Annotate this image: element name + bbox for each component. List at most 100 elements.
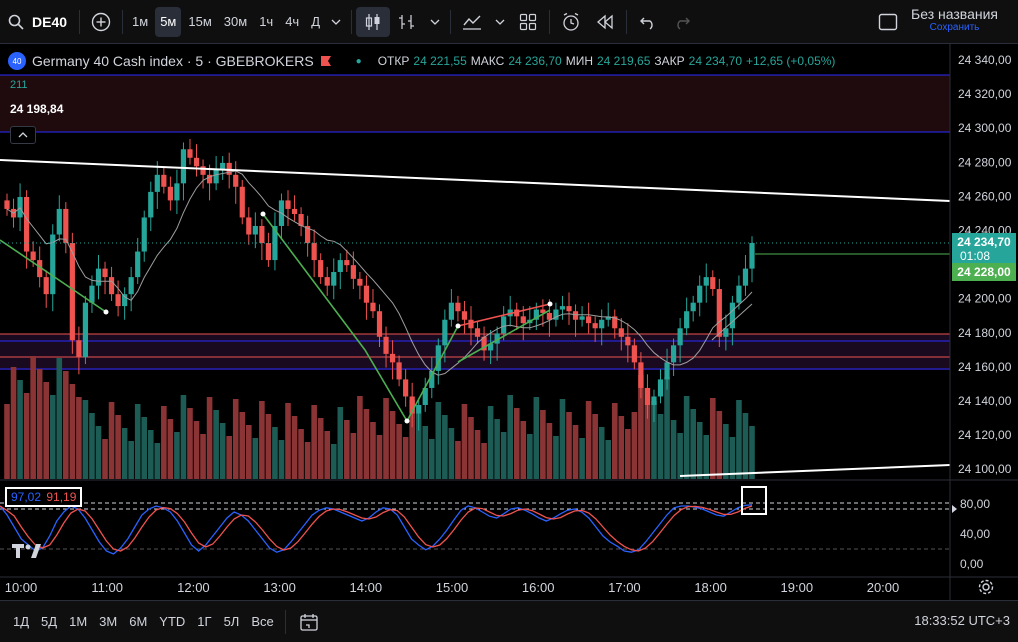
- line-chart-icon: [463, 15, 482, 30]
- volume-bar: [36, 369, 43, 479]
- candle: [291, 195, 298, 221]
- chevron-down-icon: [331, 19, 341, 25]
- flag-icon[interactable]: [320, 55, 332, 67]
- volume-bar: [690, 409, 696, 479]
- volume-bar: [174, 432, 180, 479]
- volume-bar: [95, 426, 102, 479]
- volume-bar: [4, 404, 10, 479]
- timeframe-group: 1м 5м 15м 30м 1ч 4ч Д: [127, 6, 325, 37]
- candle: [4, 193, 10, 216]
- timeframe-button[interactable]: 1м: [127, 7, 153, 37]
- volume-bar: [572, 425, 579, 479]
- volume-bar: [285, 403, 291, 479]
- timeframe-dropdown[interactable]: [325, 7, 347, 37]
- volume-bar: [507, 395, 514, 479]
- volume-bar: [611, 403, 618, 479]
- timeframe-button[interactable]: 5м: [155, 6, 182, 37]
- time-axis[interactable]: 10:00 11:00 12:00 13:00 14:00 15:00 16:00 17:00…: [5, 580, 900, 595]
- volume-bar: [455, 441, 461, 479]
- settings-button[interactable]: [977, 578, 995, 599]
- range-button[interactable]: YTD: [154, 608, 190, 636]
- range-button[interactable]: 1М: [64, 608, 92, 636]
- chart-type-dropdown[interactable]: [424, 7, 446, 37]
- symbol-search[interactable]: DE40: [0, 14, 75, 30]
- range-button[interactable]: 6М: [124, 608, 152, 636]
- clock-timezone[interactable]: 18:33:52 UTC+3: [914, 613, 1010, 628]
- volume-bar: [76, 397, 82, 479]
- zigzag-point[interactable]: [103, 309, 109, 315]
- highlight-box[interactable]: [741, 486, 767, 515]
- zigzag-point[interactable]: [547, 301, 553, 307]
- volume-bar: [49, 395, 56, 479]
- price-chart[interactable]: 24 340,00 24 320,00 24 300,00 24 280,00 24 2…: [0, 44, 1018, 600]
- volume-bar: [696, 422, 703, 479]
- volume-bar: [513, 408, 520, 479]
- tradingview-logo[interactable]: [12, 542, 44, 563]
- range-button[interactable]: 5Л: [219, 608, 245, 636]
- volume-bar: [232, 399, 239, 479]
- price-tick: 24 180,00: [958, 326, 1012, 340]
- candle: [95, 254, 102, 300]
- candle: [559, 295, 566, 320]
- candle: [337, 253, 343, 290]
- timeframe-button[interactable]: 15м: [183, 7, 216, 37]
- indicators-templates-button[interactable]: [455, 7, 489, 37]
- candles-type-button[interactable]: [356, 6, 391, 37]
- collapse-legend-button[interactable]: [10, 126, 36, 144]
- oscillator-legend[interactable]: 97,02 91,19: [5, 487, 83, 507]
- time-tick: 12:00: [177, 580, 210, 595]
- candle: [56, 195, 62, 242]
- symbol-title[interactable]: Germany 40 Cash index · 5 · GBEBROKERS: [32, 53, 314, 69]
- last-price-text: 24 234,70: [957, 235, 1011, 249]
- timeframe-button[interactable]: 1ч: [254, 7, 278, 37]
- grid-icon: [519, 13, 537, 30]
- redo-button[interactable]: [665, 7, 699, 37]
- range-button[interactable]: 1Г: [192, 608, 216, 636]
- divider: [284, 609, 286, 634]
- volume-bar: [82, 400, 89, 479]
- volume-bar: [370, 422, 376, 479]
- volume-bar: [559, 399, 566, 479]
- zigzag-line[interactable]: [262, 213, 459, 423]
- volume-bar: [742, 413, 749, 479]
- price-tick: 24 100,00: [958, 462, 1012, 476]
- replay-button[interactable]: [588, 7, 622, 37]
- time-tick: 11:00: [91, 580, 123, 595]
- layout-name[interactable]: Без названия Сохранить: [911, 6, 998, 33]
- indicators-dropdown[interactable]: [489, 7, 511, 37]
- indicators-button[interactable]: [390, 7, 424, 37]
- symbol-name: DE40: [32, 13, 68, 30]
- range-button[interactable]: 1Д: [8, 608, 34, 636]
- go-to-date-button[interactable]: [292, 607, 326, 637]
- layout-grid-button[interactable]: [511, 7, 545, 37]
- volume-bar: [376, 435, 383, 479]
- timeframe-button[interactable]: Д: [306, 7, 325, 37]
- price-tick: 24 160,00: [958, 360, 1012, 374]
- zigzag-point[interactable]: [260, 211, 266, 217]
- candle: [305, 215, 311, 257]
- candle: [141, 210, 147, 262]
- alert-button[interactable]: [554, 7, 588, 37]
- candle: [174, 169, 180, 215]
- range-button[interactable]: 5Д: [36, 608, 62, 636]
- compare-button[interactable]: [84, 7, 118, 37]
- volume-bar: [102, 439, 108, 479]
- layout-checkbox[interactable]: [878, 13, 898, 34]
- undo-button[interactable]: [631, 7, 665, 37]
- range-button[interactable]: Все: [246, 608, 278, 636]
- candles: [4, 139, 755, 431]
- candle: [161, 168, 167, 194]
- timeframe-button[interactable]: 4ч: [280, 7, 304, 37]
- zigzag-point[interactable]: [455, 323, 461, 329]
- range-button[interactable]: 3М: [94, 608, 122, 636]
- timeframe-button[interactable]: 30м: [219, 7, 252, 37]
- save-link[interactable]: Сохранить: [911, 22, 998, 33]
- resistance-trendline[interactable]: [0, 159, 951, 202]
- stoch-k-line: [0, 504, 753, 555]
- volume-bar: [89, 413, 95, 479]
- candle: [246, 207, 252, 245]
- volume-bar: [161, 406, 167, 479]
- zigzag-point[interactable]: [404, 418, 410, 424]
- volume-bar: [402, 437, 409, 479]
- candle: [298, 207, 304, 237]
